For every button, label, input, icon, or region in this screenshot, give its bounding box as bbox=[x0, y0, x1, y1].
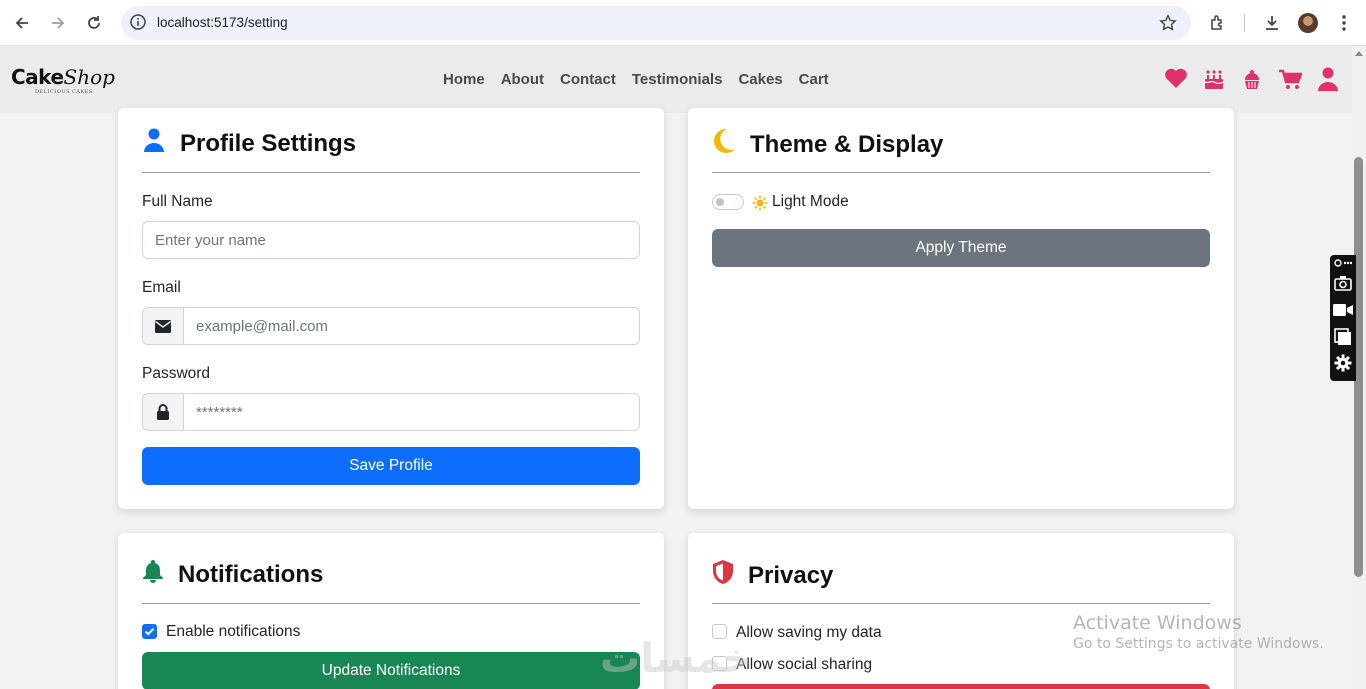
user-icon[interactable] bbox=[1318, 67, 1338, 96]
notifications-card: Notifications Enable notifications Updat… bbox=[118, 533, 664, 689]
enable-notifications-checkbox[interactable] bbox=[142, 624, 157, 639]
window-capture-icon[interactable] bbox=[1333, 327, 1353, 347]
birthday-cake-icon[interactable] bbox=[1203, 67, 1225, 96]
bookmark-star-icon[interactable] bbox=[1159, 14, 1177, 37]
nav-testimonials[interactable]: Testimonials bbox=[632, 71, 723, 88]
privacy-card: Privacy Allow saving my data Allow socia… bbox=[688, 533, 1234, 689]
address-bar[interactable]: localhost:5173/setting bbox=[121, 6, 1191, 40]
sun-icon bbox=[752, 195, 768, 216]
logo[interactable]: CakeShop DELICIOUS CAKES bbox=[11, 65, 115, 99]
user-icon bbox=[142, 128, 166, 159]
theme-display-heading: Theme & Display bbox=[712, 128, 943, 161]
card-title: Theme & Display bbox=[750, 130, 944, 158]
save-profile-button[interactable]: Save Profile bbox=[142, 447, 640, 485]
site-header: CakeShop DELICIOUS CAKES Home About Cont… bbox=[0, 47, 1352, 113]
reload-icon[interactable] bbox=[82, 11, 106, 35]
profile-settings-card: Profile Settings Full Name Enter your na… bbox=[118, 108, 664, 509]
activate-windows-title: Activate Windows bbox=[1073, 612, 1242, 634]
settings-gear-icon[interactable] bbox=[1333, 353, 1353, 373]
password-placeholder: ******** bbox=[196, 404, 243, 421]
toolbar-separator bbox=[1244, 14, 1245, 32]
heart-icon[interactable] bbox=[1164, 67, 1188, 94]
password-label: Password bbox=[142, 365, 211, 382]
video-camera-icon[interactable] bbox=[1333, 300, 1353, 320]
divider bbox=[142, 172, 640, 173]
nav-about[interactable]: About bbox=[501, 71, 544, 88]
logo-tagline: DELICIOUS CAKES bbox=[35, 89, 93, 95]
logo-shop-text: Shop bbox=[63, 65, 115, 89]
full-name-placeholder: Enter your name bbox=[155, 232, 266, 249]
divider bbox=[712, 172, 1210, 173]
full-name-label: Full Name bbox=[142, 193, 213, 210]
site-info-icon[interactable] bbox=[129, 13, 147, 36]
card-title: Profile Settings bbox=[180, 129, 357, 157]
menu-icon[interactable] bbox=[1332, 11, 1356, 35]
cart-icon[interactable] bbox=[1278, 69, 1303, 96]
divider bbox=[142, 603, 640, 604]
scroll-up-arrow-icon[interactable] bbox=[1355, 51, 1363, 56]
envelope-icon bbox=[143, 308, 184, 344]
divider bbox=[712, 603, 1210, 604]
apply-theme-button[interactable]: Apply Theme bbox=[712, 229, 1210, 267]
nav-home[interactable]: Home bbox=[443, 71, 485, 88]
full-name-input[interactable]: Enter your name bbox=[142, 221, 640, 259]
enable-notifications-label: Enable notifications bbox=[166, 623, 301, 640]
forward-icon[interactable] bbox=[46, 11, 70, 35]
download-icon[interactable] bbox=[1260, 11, 1284, 35]
cupcake-icon[interactable] bbox=[1242, 69, 1262, 96]
card-title: Notifications bbox=[178, 560, 324, 588]
moon-icon bbox=[712, 128, 736, 161]
notifications-heading: Notifications bbox=[142, 559, 323, 590]
nav-cart[interactable]: Cart bbox=[799, 71, 829, 88]
watermark-text: خمسات bbox=[600, 636, 752, 682]
allow-social-sharing-label: Allow social sharing bbox=[736, 656, 873, 673]
password-input[interactable]: ******** bbox=[142, 393, 640, 431]
extensions-icon[interactable] bbox=[1206, 11, 1230, 35]
link-more-icon[interactable] bbox=[1333, 256, 1353, 270]
back-icon[interactable] bbox=[10, 11, 34, 35]
profile-settings-heading: Profile Settings bbox=[142, 128, 356, 159]
update-notifications-button[interactable]: Update Notifications bbox=[142, 652, 640, 689]
profile-avatar[interactable] bbox=[1296, 11, 1320, 35]
nav-cakes[interactable]: Cakes bbox=[738, 71, 782, 88]
email-label: Email bbox=[142, 279, 181, 296]
capture-toolbar bbox=[1330, 255, 1356, 381]
browser-toolbar: localhost:5173/setting bbox=[0, 0, 1366, 46]
activate-windows-subtitle: Go to Settings to activate Windows. bbox=[1073, 636, 1324, 652]
dark-mode-toggle[interactable] bbox=[712, 194, 744, 210]
nav-contact[interactable]: Contact bbox=[560, 71, 616, 88]
logo-cake-text: Cake bbox=[11, 65, 64, 89]
light-mode-label: Light Mode bbox=[772, 193, 849, 210]
main-nav: Home About Contact Testimonials Cakes Ca… bbox=[443, 71, 829, 88]
allow-saving-data-label: Allow saving my data bbox=[736, 624, 882, 641]
save-privacy-button[interactable] bbox=[712, 684, 1210, 689]
theme-display-card: Theme & Display Light Mode Apply Theme bbox=[688, 108, 1234, 509]
camera-icon[interactable] bbox=[1333, 273, 1353, 293]
card-title: Privacy bbox=[748, 561, 834, 589]
bell-icon bbox=[142, 559, 164, 590]
privacy-heading: Privacy bbox=[712, 559, 833, 592]
email-placeholder: example@mail.com bbox=[196, 318, 328, 335]
shield-icon bbox=[712, 559, 734, 592]
email-input[interactable]: example@mail.com bbox=[142, 307, 640, 345]
url-text[interactable]: localhost:5173/setting bbox=[157, 15, 288, 30]
lock-icon bbox=[143, 394, 184, 430]
